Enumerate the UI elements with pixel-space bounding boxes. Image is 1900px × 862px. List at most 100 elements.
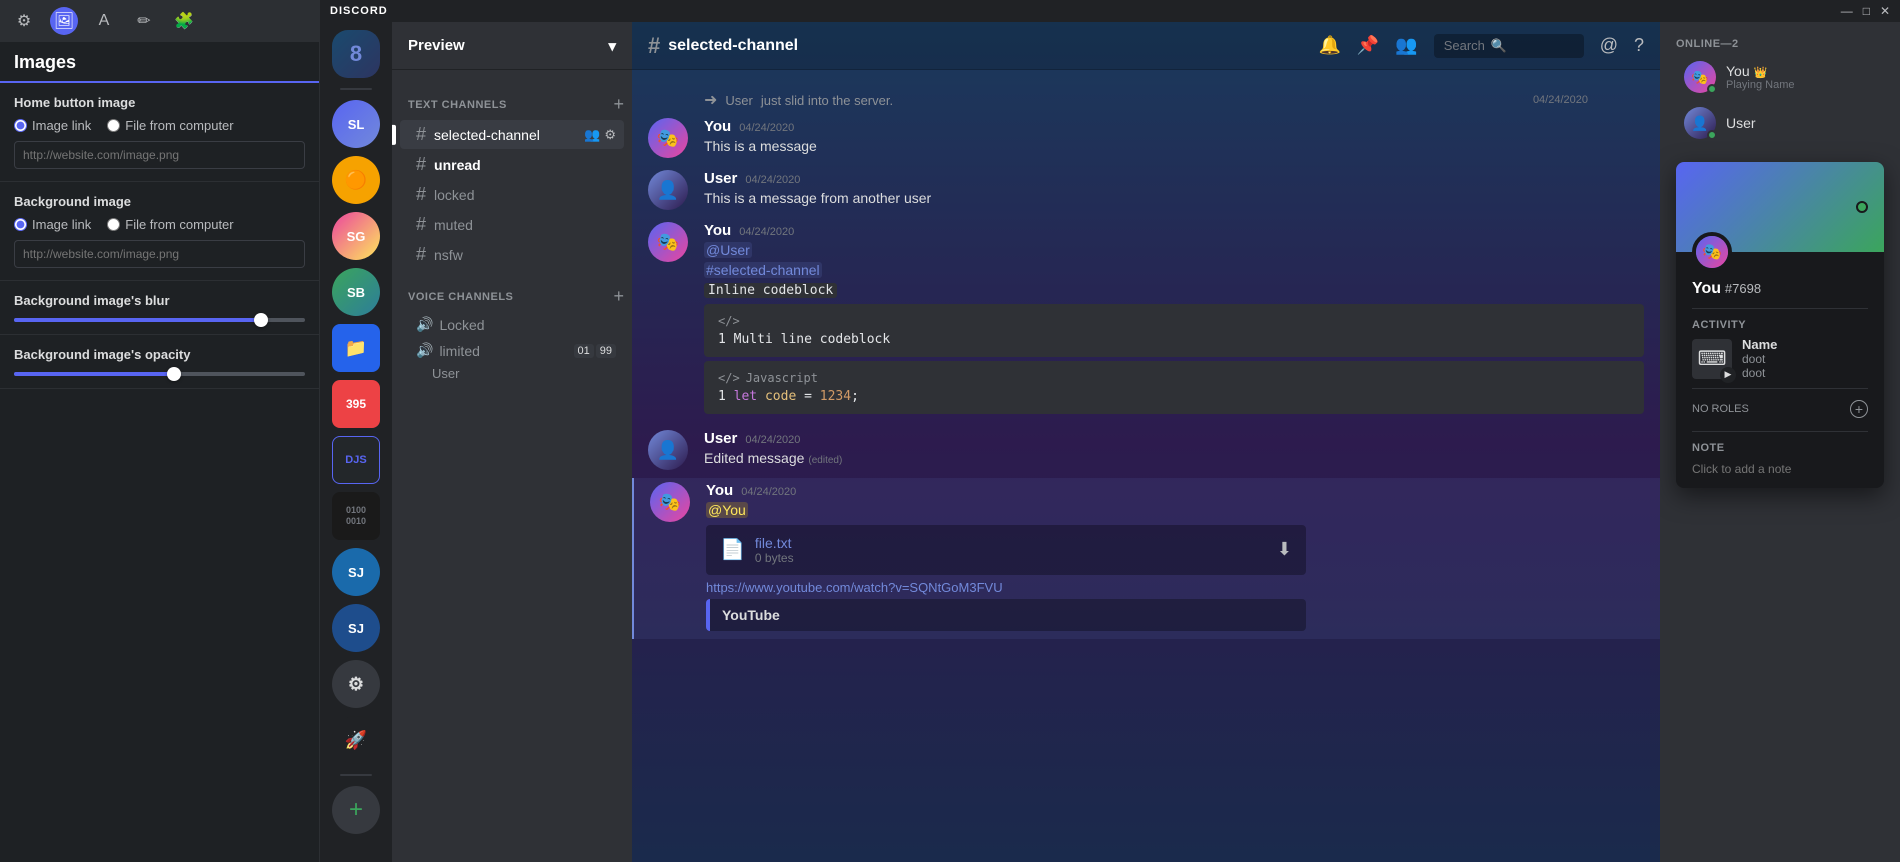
add-role-circle-icon: +: [1850, 400, 1868, 418]
home-button-url-input[interactable]: [14, 141, 305, 169]
background-image-link-radio[interactable]: [14, 218, 27, 231]
members-icon[interactable]: 👥: [584, 127, 600, 143]
background-url-input[interactable]: [14, 240, 305, 268]
maximize-button[interactable]: □: [1863, 4, 1870, 18]
channel-item-muted[interactable]: # muted: [400, 210, 624, 239]
server-icon-2[interactable]: 🟠: [332, 156, 380, 204]
member-item-user[interactable]: 👤 User: [1668, 101, 1892, 145]
add-text-channel-icon[interactable]: +: [613, 94, 624, 115]
server-icon-1[interactable]: SL: [332, 100, 380, 148]
add-voice-channel-icon[interactable]: +: [613, 286, 624, 307]
channel-item-unread[interactable]: # unread: [400, 150, 624, 179]
file-download-icon[interactable]: ⬇: [1277, 539, 1292, 560]
codeblock-body-1: 1 Multi line codeblock: [718, 332, 1630, 347]
hash-icon-nsfw: #: [416, 244, 426, 265]
member-name-user: User: [1726, 115, 1756, 131]
blur-slider-label: Background image's blur: [14, 293, 305, 308]
opacity-slider-section: Background image's opacity: [0, 335, 319, 389]
voice-channel-limited[interactable]: 🔊 limited 01 99: [400, 338, 624, 363]
channel-name-nsfw: nsfw: [434, 247, 463, 263]
message-avatar-you-1: 🎭: [648, 118, 688, 158]
server-icon-3[interactable]: SG: [332, 212, 380, 260]
server-icon-12[interactable]: 🚀: [332, 716, 380, 764]
text-channels-category[interactable]: TEXT CHANNELS +: [392, 78, 632, 119]
server-icon-11[interactable]: ⚙: [332, 660, 380, 708]
system-arrow-icon: ➜: [704, 90, 717, 110]
home-button-image-link-option[interactable]: Image link: [14, 118, 91, 133]
server-icon-8[interactable]: 01000010: [332, 492, 380, 540]
server-icon-5[interactable]: 📁: [332, 324, 380, 372]
message-author-4: User: [704, 430, 737, 447]
channel-item-locked[interactable]: # locked: [400, 180, 624, 209]
channel-item-nsfw[interactable]: # nsfw: [400, 240, 624, 269]
activity-name: Name: [1742, 337, 1868, 352]
home-button-file-option[interactable]: File from computer: [107, 118, 233, 133]
chat-header: # selected-channel 🔔 📌 👥 Search 🔍 @ ?: [632, 22, 1660, 70]
system-message: ➜ User just slid into the server. 04/24/…: [632, 86, 1660, 114]
note-input[interactable]: [1692, 462, 1868, 476]
message-author-1: You: [704, 118, 731, 135]
message-author-2: User: [704, 170, 737, 187]
background-image-label: Background image: [14, 194, 305, 209]
server-icon-6[interactable]: 395: [332, 380, 380, 428]
home-button-image-label: Home button image: [14, 95, 305, 110]
search-icon: 🔍: [1491, 38, 1507, 54]
codeblock-header-2: </> Javascript: [718, 371, 1630, 385]
channel-list: TEXT CHANNELS + # selected-channel 👥 ⚙ #…: [392, 70, 632, 862]
message-group-2: 👤 User 04/24/2020 This is a message from…: [632, 166, 1660, 214]
server-icon-10[interactable]: SJ: [332, 604, 380, 652]
settings-icon[interactable]: ⚙: [604, 127, 616, 143]
titlebar-controls: — □ ✕: [1841, 4, 1890, 18]
help-icon[interactable]: ?: [1634, 35, 1644, 56]
voice-channels-category[interactable]: VOICE CHANNELS +: [392, 270, 632, 311]
channel-icons-selected: 👥 ⚙: [584, 127, 616, 143]
voice-channel-locked[interactable]: 🔊 Locked: [400, 312, 624, 337]
image-tool-icon[interactable]: 🖼: [50, 7, 78, 35]
bell-icon[interactable]: 🔔: [1318, 35, 1340, 56]
home-button-file-radio[interactable]: [107, 119, 120, 132]
profile-tag: #7698: [1725, 281, 1761, 296]
puzzle-tool-icon[interactable]: 🧩: [170, 7, 198, 35]
server-icon-7[interactable]: DJS: [332, 436, 380, 484]
add-server-button[interactable]: +: [332, 786, 380, 834]
message-timestamp-3: 04/24/2020: [739, 226, 794, 238]
pin-icon[interactable]: 📌: [1357, 35, 1379, 56]
mention-user-1: @User: [704, 242, 752, 258]
codeblock-lang-icon-2: </>: [718, 371, 740, 385]
server-icon-9[interactable]: SJ: [332, 548, 380, 596]
opacity-slider-fill: [14, 372, 174, 376]
server-icon-4[interactable]: SB: [332, 268, 380, 316]
home-button-image-link-radio[interactable]: [14, 119, 27, 132]
members-panel-icon[interactable]: 👥: [1395, 35, 1417, 56]
brush-tool-icon[interactable]: ✏: [130, 7, 158, 35]
at-icon[interactable]: @: [1600, 35, 1618, 56]
message-group-4: 👤 User 04/24/2020 Edited message(edited): [632, 426, 1660, 474]
message-timestamp-4: 04/24/2020: [745, 434, 800, 446]
link-preview: YouTube: [706, 599, 1306, 631]
background-image-file-option[interactable]: File from computer: [107, 217, 233, 232]
add-role-button[interactable]: +: [1850, 400, 1868, 418]
minimize-button[interactable]: —: [1841, 4, 1853, 18]
member-item-you[interactable]: 🎭 You 👑 Playing Name: [1668, 55, 1892, 99]
codeblock-lang-2: Javascript: [746, 371, 818, 385]
close-button[interactable]: ✕: [1880, 4, 1890, 18]
blur-slider-track[interactable]: [14, 318, 305, 322]
channel-item-selected-channel[interactable]: # selected-channel 👥 ⚙: [400, 120, 624, 149]
search-bar[interactable]: Search 🔍: [1434, 34, 1584, 58]
background-image-link-option[interactable]: Image link: [14, 217, 91, 232]
voice-badge-01: 01: [574, 344, 594, 358]
server-icon-active[interactable]: 8: [332, 30, 380, 78]
server-header[interactable]: Preview ▾: [392, 22, 632, 70]
message-avatar-you-2: 🎭: [648, 222, 688, 262]
youtube-link[interactable]: https://www.youtube.com/watch?v=SQNtGoM3…: [706, 580, 1003, 595]
blur-slider-thumb[interactable]: [254, 313, 268, 327]
opacity-slider-track[interactable]: [14, 372, 305, 376]
text-tool-icon[interactable]: A: [90, 7, 118, 35]
text-channels-label: TEXT CHANNELS: [408, 99, 507, 111]
opacity-slider-thumb[interactable]: [167, 367, 181, 381]
channel-name-selected: selected-channel: [434, 127, 540, 143]
gear-tool-icon[interactable]: ⚙: [10, 7, 38, 35]
message-avatar-user-2: 👤: [648, 430, 688, 470]
background-image-file-radio[interactable]: [107, 218, 120, 231]
voice-user-item[interactable]: User: [392, 364, 632, 383]
